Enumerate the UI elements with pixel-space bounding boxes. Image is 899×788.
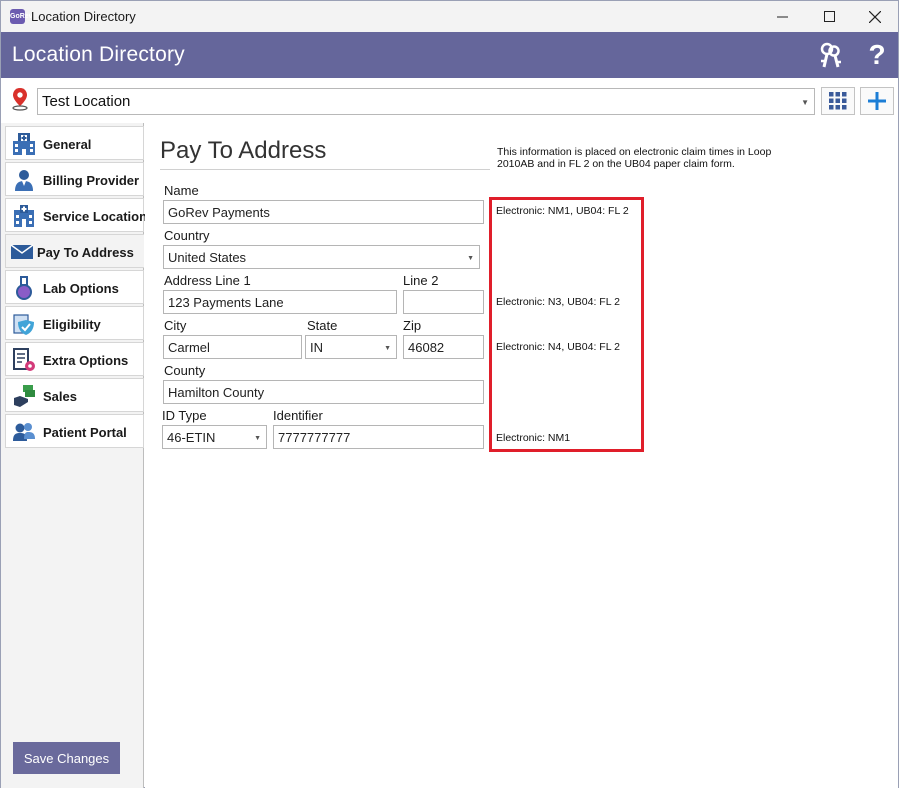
country-select-value: United States bbox=[168, 250, 247, 265]
zip-field[interactable]: 46082 bbox=[403, 335, 484, 359]
city-field-value: Carmel bbox=[168, 340, 210, 355]
grid-icon bbox=[829, 92, 847, 110]
sidebar-item-label: Extra Options bbox=[43, 353, 129, 368]
help-icon: ? bbox=[868, 39, 886, 70]
zip-field-value: 46082 bbox=[408, 340, 445, 355]
county-field[interactable]: Hamilton County bbox=[163, 380, 484, 404]
chevron-down-icon: ▼ bbox=[384, 345, 391, 352]
state-select-value: IN bbox=[310, 340, 323, 355]
money-hand-icon bbox=[14, 385, 35, 407]
address-line1-value: 123 Payments Lane bbox=[168, 295, 284, 310]
maximize-button[interactable] bbox=[806, 1, 852, 32]
plus-icon bbox=[868, 92, 886, 110]
sidebar-item-lab-options[interactable]: Lab Options bbox=[5, 270, 144, 304]
sidebar-item-patient-portal[interactable]: Patient Portal bbox=[5, 414, 144, 448]
identifier-field[interactable]: 7777777777 bbox=[273, 425, 484, 449]
window-title: Location Directory bbox=[31, 9, 136, 24]
county-field-value: Hamilton County bbox=[168, 385, 265, 400]
maximize-icon bbox=[823, 11, 835, 22]
country-select[interactable]: United States ▼ bbox=[163, 245, 480, 269]
sidebar-item-label: Billing Provider bbox=[43, 173, 140, 188]
users-icon bbox=[13, 423, 35, 441]
sidebar-item-label: Eligibility bbox=[43, 317, 101, 332]
location-pin-icon bbox=[10, 87, 30, 111]
chevron-down-icon: ▼ bbox=[801, 98, 809, 107]
title-bar: GoRev Location Directory bbox=[1, 1, 898, 32]
info-text: This information is placed on electronic… bbox=[497, 146, 772, 170]
sidebar-item-label: Lab Options bbox=[43, 281, 119, 296]
sidebar-item-label: Sales bbox=[43, 389, 77, 404]
section-title: Pay To Address bbox=[160, 137, 327, 164]
sidebar-item-billing-provider[interactable]: Billing Provider bbox=[5, 162, 144, 196]
highlight-box bbox=[489, 197, 644, 452]
sidebar-item-label: General bbox=[43, 137, 92, 152]
name-label: Name bbox=[164, 183, 199, 198]
identifier-label: Identifier bbox=[273, 408, 323, 423]
app-icon: GoRev bbox=[10, 9, 33, 24]
state-label: State bbox=[307, 318, 338, 333]
close-icon bbox=[869, 10, 881, 23]
keys-icon bbox=[820, 42, 841, 68]
sidebar-item-label: Patient Portal bbox=[43, 425, 127, 440]
sidebar-item-eligibility[interactable]: Eligibility bbox=[5, 306, 144, 340]
address-hint: Electronic: N3, UB04: FL 2 bbox=[496, 296, 620, 308]
address-line2-label: Line 2 bbox=[403, 273, 439, 288]
name-hint: Electronic: NM1, UB04: FL 2 bbox=[496, 205, 629, 217]
id-type-select[interactable]: 46-ETIN ▼ bbox=[162, 425, 267, 449]
close-button[interactable] bbox=[852, 1, 898, 32]
envelope-icon bbox=[10, 244, 34, 259]
chevron-down-icon: ▼ bbox=[467, 255, 474, 262]
page-title: Location Directory bbox=[12, 43, 185, 66]
city-label: City bbox=[164, 318, 187, 333]
sidebar-item-extra-options[interactable]: Extra Options bbox=[5, 342, 144, 376]
id-type-label: ID Type bbox=[162, 408, 207, 423]
help-button[interactable]: ? bbox=[862, 40, 892, 70]
id-hint: Electronic: NM1 bbox=[496, 432, 571, 444]
sidebar-item-general[interactable]: General bbox=[5, 126, 144, 160]
add-location-button[interactable] bbox=[860, 87, 894, 115]
address-line1-field[interactable]: 123 Payments Lane bbox=[163, 290, 397, 314]
minimize-icon bbox=[776, 16, 788, 18]
country-label: Country bbox=[164, 228, 210, 243]
building-icon bbox=[14, 205, 34, 227]
app-window: GoRev Location Directory Location Direct… bbox=[0, 0, 899, 788]
section-divider bbox=[160, 169, 490, 170]
sidebar-item-sales[interactable]: Sales bbox=[5, 378, 144, 412]
save-changes-button[interactable]: Save Changes bbox=[13, 742, 120, 774]
chevron-down-icon: ▼ bbox=[254, 435, 261, 442]
sidebar-item-service-location[interactable]: Service Location bbox=[5, 198, 148, 232]
sidebar-item-label: Service Location bbox=[43, 209, 148, 224]
location-select[interactable]: Test Location ▼ bbox=[37, 88, 815, 115]
county-label: County bbox=[164, 363, 206, 378]
identifier-field-value: 7777777777 bbox=[278, 430, 351, 445]
name-field-value: GoRev Payments bbox=[168, 205, 270, 220]
grid-view-button[interactable] bbox=[821, 87, 855, 115]
location-select-value: Test Location bbox=[42, 93, 131, 110]
shield-check-icon bbox=[13, 314, 34, 335]
sidebar-item-label: Pay To Address bbox=[37, 245, 134, 260]
city-hint: Electronic: N4, UB04: FL 2 bbox=[496, 341, 620, 353]
hospital-icon bbox=[13, 133, 35, 155]
page-header: Location Directory ? bbox=[1, 32, 898, 78]
minimize-button[interactable] bbox=[759, 1, 805, 32]
address-line2-field[interactable] bbox=[403, 290, 484, 314]
zip-label: Zip bbox=[403, 318, 422, 333]
flask-icon bbox=[16, 276, 32, 300]
doctor-icon bbox=[15, 170, 33, 191]
id-type-select-value: 46-ETIN bbox=[167, 430, 216, 445]
document-gear-icon bbox=[13, 348, 35, 371]
sidebar-item-pay-to-address[interactable]: Pay To Address bbox=[5, 234, 144, 268]
state-select[interactable]: IN ▼ bbox=[305, 335, 397, 359]
name-field[interactable]: GoRev Payments bbox=[163, 200, 484, 224]
keys-button[interactable] bbox=[815, 40, 845, 70]
city-field[interactable]: Carmel bbox=[163, 335, 302, 359]
address-line1-label: Address Line 1 bbox=[164, 273, 251, 288]
